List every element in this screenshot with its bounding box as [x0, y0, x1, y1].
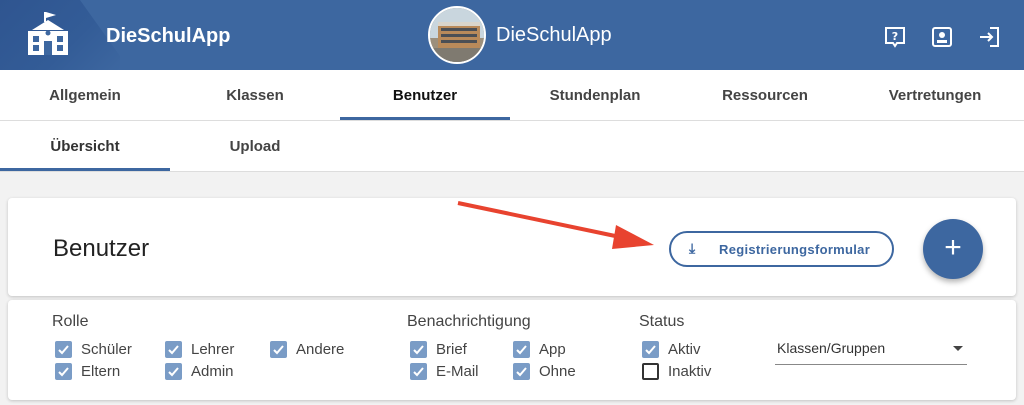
checkbox-checked-icon	[513, 341, 530, 358]
school-avatar	[428, 6, 486, 64]
checkbox-checked-icon	[165, 363, 182, 380]
help-icon[interactable]: ?	[884, 26, 906, 48]
download-icon: ⤓	[689, 240, 696, 256]
checkbox-eltern[interactable]: Eltern	[55, 362, 145, 382]
tab-vertretungen[interactable]: Vertretungen	[850, 70, 1020, 120]
checkbox-checked-icon	[410, 341, 427, 358]
school-building-image-icon	[430, 8, 484, 62]
school-logo-icon	[28, 12, 68, 55]
registration-form-button[interactable]: ⤓ Registrierungsformular	[669, 231, 894, 267]
tab-klassen[interactable]: Klassen	[170, 70, 340, 120]
tab-allgemein[interactable]: Allgemein	[0, 70, 170, 120]
brand-name[interactable]: DieSchulApp	[106, 25, 230, 48]
checkbox-checked-icon	[55, 363, 72, 380]
svg-text:?: ?	[892, 30, 898, 43]
role-filter-label: Rolle	[52, 313, 89, 330]
checkbox-ohne[interactable]: Ohne	[513, 362, 603, 382]
checkbox-app[interactable]: App	[513, 340, 603, 360]
tab-upload[interactable]: Upload	[170, 121, 340, 171]
tab-ressourcen[interactable]: Ressourcen	[680, 70, 850, 120]
checkbox-unchecked-icon	[642, 363, 659, 380]
checkbox-email[interactable]: E-Mail	[410, 362, 500, 382]
tab-uebersicht[interactable]: Übersicht	[0, 121, 170, 171]
checkbox-checked-icon	[165, 341, 182, 358]
logout-icon[interactable]	[978, 26, 1000, 48]
checkbox-andere[interactable]: Andere	[270, 340, 360, 360]
checkbox-inaktiv[interactable]: Inaktiv	[642, 362, 732, 382]
group-select-value: Klassen/Gruppen	[777, 340, 886, 356]
dropdown-arrow-icon	[953, 346, 963, 351]
checkbox-lehrer[interactable]: Lehrer	[165, 340, 255, 360]
annotation-arrow-icon	[457, 201, 654, 249]
checkbox-checked-icon	[55, 341, 72, 358]
checkbox-checked-icon	[642, 341, 659, 358]
checkbox-brief[interactable]: Brief	[410, 340, 500, 360]
registration-form-label: Registrierungsformular	[719, 242, 871, 257]
page-title: Benutzer	[53, 235, 150, 262]
checkbox-checked-icon	[270, 341, 287, 358]
contact-card-icon[interactable]	[931, 26, 953, 48]
top-app-bar: DieSchulApp DieSchulApp ?	[0, 0, 1024, 70]
notification-filter-label: Benachrichtigung	[407, 313, 531, 330]
tab-benutzer[interactable]: Benutzer	[340, 70, 510, 120]
sub-tab-bar: Übersicht Upload	[0, 121, 1024, 172]
center-app-title: DieSchulApp	[496, 24, 612, 46]
group-select[interactable]: Klassen/Gruppen	[775, 337, 967, 365]
filter-card: Rolle Schüler Lehrer Andere Eltern Admin…	[8, 300, 1016, 400]
tab-stundenplan[interactable]: Stundenplan	[510, 70, 680, 120]
status-filter-label: Status	[639, 313, 685, 330]
checkbox-aktiv[interactable]: Aktiv	[642, 340, 732, 360]
checkbox-schueler[interactable]: Schüler	[55, 340, 145, 360]
main-tab-bar: Allgemein Klassen Benutzer Stundenplan R…	[0, 70, 1024, 121]
checkbox-checked-icon	[410, 363, 427, 380]
checkbox-checked-icon	[513, 363, 530, 380]
add-user-button[interactable]: +	[923, 219, 983, 279]
checkbox-admin[interactable]: Admin	[165, 362, 255, 382]
